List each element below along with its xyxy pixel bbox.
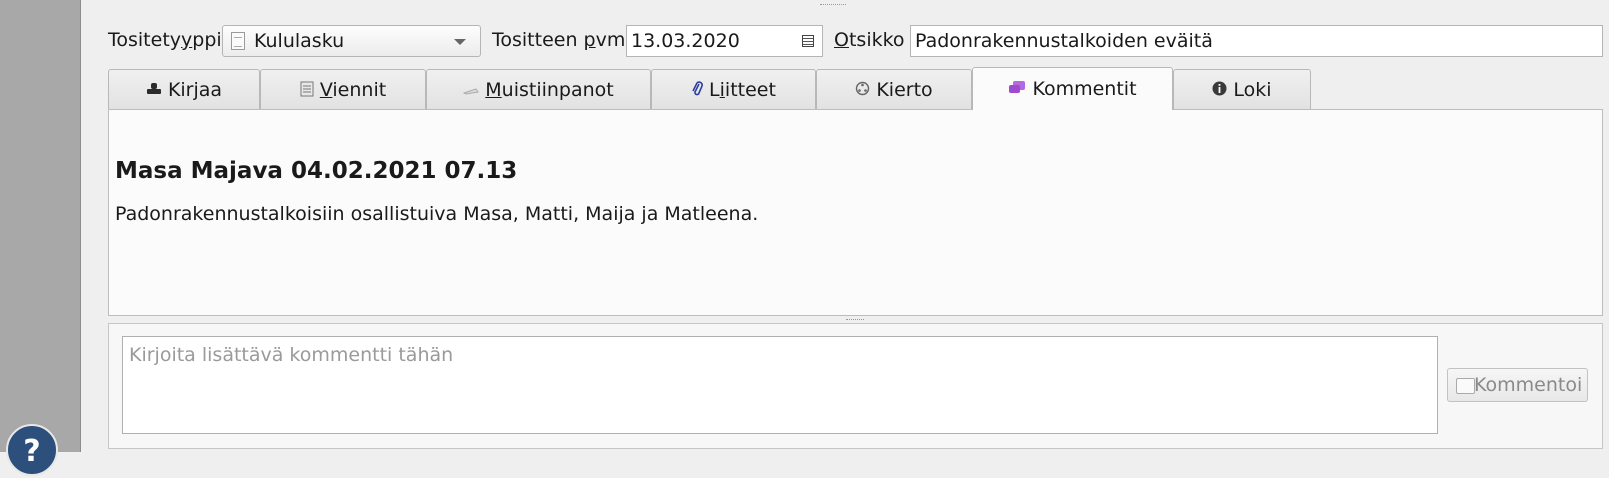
- top-resize-handle[interactable]: [820, 4, 846, 8]
- document-icon: [231, 32, 245, 50]
- document-type-select[interactable]: Kululasku: [222, 25, 481, 57]
- note-icon: [463, 87, 480, 95]
- tab-viennit[interactable]: Viennit: [260, 69, 426, 109]
- comment-submit-label: Kommentoi: [1474, 374, 1583, 396]
- chevron-down-icon: [454, 39, 466, 45]
- tab-liitteet[interactable]: Liitteet: [651, 69, 816, 109]
- comment-author-line: Masa Majava 04.02.2021 07.13: [115, 158, 518, 184]
- left-side-panel: [0, 0, 81, 452]
- tab-muistiinpanot-mnemonic: M: [485, 79, 502, 101]
- title-field[interactable]: Padonrakennustalkoiden eväitä: [910, 25, 1603, 57]
- new-comment-input[interactable]: Kirjoita lisättävä kommentti tähän: [122, 336, 1438, 434]
- info-icon: [1212, 81, 1227, 96]
- tab-viennit-label: iennit: [332, 79, 387, 101]
- document-type-label: Tositetyyppi: [108, 29, 222, 51]
- tab-muistiinpanot-label: uistiinpanot: [501, 79, 614, 101]
- tab-kirjaa-label: Kirjaa: [167, 79, 223, 101]
- document-date-field[interactable]: 13.03.2020: [626, 25, 823, 57]
- help-button[interactable]: ?: [6, 424, 58, 476]
- tab-kommentit[interactable]: Kommentit: [972, 67, 1173, 110]
- stamp-icon: [146, 82, 161, 94]
- tab-kierto-label: Kierto: [876, 79, 933, 101]
- document-date-value: 13.03.2020: [631, 30, 740, 52]
- document-date-label: Tositteen pvm: [492, 29, 626, 51]
- tab-kierto[interactable]: Kierto: [816, 69, 972, 109]
- tab-kirjaa[interactable]: Kirjaa: [108, 69, 260, 109]
- cycle-icon: [856, 81, 870, 96]
- tab-liitteet-prefix: L: [709, 79, 720, 101]
- ledger-icon: [300, 81, 314, 96]
- new-comment-placeholder: Kirjoita lisättävä kommentti tähän: [129, 344, 454, 366]
- splitter-handle[interactable]: [846, 319, 864, 322]
- comment-text: Padonrakennustalkoisiin osallistuiva Mas…: [115, 203, 759, 225]
- tab-loki-label: Loki: [1233, 79, 1272, 101]
- comments-panel: Masa Majava 04.02.2021 07.13 Padonrakenn…: [108, 109, 1603, 316]
- comment-bubble-icon: [1456, 374, 1478, 394]
- tab-liitteet-label: itteet: [724, 79, 776, 101]
- paperclip-icon: [692, 80, 703, 95]
- title-value: Padonrakennustalkoiden eväitä: [915, 30, 1213, 52]
- tab-muistiinpanot[interactable]: Muistiinpanot: [426, 69, 651, 109]
- calendar-icon[interactable]: [802, 35, 814, 47]
- comment-submit-button[interactable]: Kommentoi: [1447, 368, 1588, 402]
- document-type-value: Kululasku: [254, 30, 345, 52]
- comments-icon: [1009, 80, 1026, 93]
- title-label: Otsikko: [834, 29, 905, 51]
- tab-kommentit-label: Kommentit: [1032, 78, 1137, 100]
- tab-loki[interactable]: Loki: [1173, 69, 1311, 109]
- tab-viennit-mnemonic: V: [319, 79, 333, 101]
